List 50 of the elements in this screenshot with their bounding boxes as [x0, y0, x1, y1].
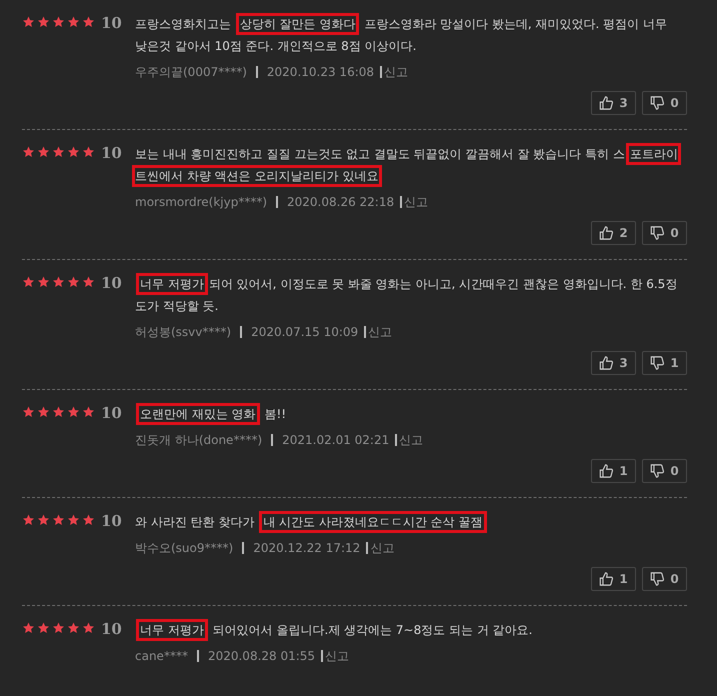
score: 10: [101, 403, 123, 423]
like-button[interactable]: 3: [591, 91, 636, 115]
review-text: 오랜만에 재밌는 영화 봄!!: [135, 403, 687, 425]
author-name: morsmordre(kjyp****): [135, 194, 268, 211]
review-date: 2020.08.28 01:55: [208, 648, 316, 665]
review-date: 2020.08.26 22:18: [287, 194, 394, 211]
review-date: 2021.02.01 02:21: [282, 432, 390, 449]
author-name: cane****: [135, 648, 188, 665]
thumbs-up-icon: [599, 356, 614, 370]
dislike-button[interactable]: 0: [642, 221, 687, 245]
dislike-button[interactable]: 1: [642, 351, 687, 375]
like-button[interactable]: 1: [591, 567, 636, 591]
review-date: 2020.10.23 16:08: [266, 64, 374, 81]
review-text: 와 사라진 탄환 찾다가 내 시간도 사라졌네요ㄷㄷ시간 순삭 꿀잼: [135, 511, 687, 533]
score: 10: [101, 619, 123, 639]
score: 10: [101, 13, 123, 33]
report-link[interactable]: 신고: [325, 647, 350, 665]
review-text: 너무 저평가 되어 있어서, 이정도로 못 봐줄 영화는 아니고, 시간때우긴 괜찮은 영화입니다. 한 6.5정도가 적당할 듯.: [135, 273, 687, 317]
like-button[interactable]: 1: [591, 459, 636, 483]
review-text: 보는 내내 흥미진진하고 질질 끄는것도 없고 결말도 뒤끝없이 깔끔해서 잘 봤습니다 특히 스 포트라이트씬에서 차량 액션은 오리지날리티가 있네요: [135, 143, 687, 187]
like-button[interactable]: 3: [591, 351, 636, 375]
dislike-button[interactable]: 0: [642, 567, 687, 591]
report-link[interactable]: 신고: [404, 193, 428, 211]
thumbs-down-icon: [650, 356, 664, 370]
thumbs-up-icon: [599, 226, 614, 240]
thumbs-up-icon: [599, 572, 614, 586]
score: 10: [101, 273, 123, 293]
like-button[interactable]: 2: [591, 221, 636, 245]
report-link[interactable]: 신고: [368, 323, 392, 341]
report-link[interactable]: 신고: [384, 63, 408, 81]
author-name: 허성봉(ssvv****): [135, 324, 232, 341]
thumbs-down-icon: [650, 464, 664, 478]
author-name: 박수오(suo9****): [135, 540, 234, 557]
thumbs-up-icon: [599, 96, 614, 110]
review-text: 너무 저평가 되어있어서 올립니다.제 생각에는 7~8정도 되는 거 같아요.: [135, 619, 687, 641]
report-link[interactable]: 신고: [399, 431, 424, 449]
dislike-button[interactable]: 0: [642, 459, 687, 483]
author-name: 우주의끝(0007****): [135, 64, 247, 81]
thumbs-down-icon: [650, 96, 664, 110]
thumbs-down-icon: [650, 572, 664, 586]
score: 10: [101, 511, 123, 531]
author-name: 진돗개 하나(done****): [135, 432, 262, 449]
dislike-button[interactable]: 0: [642, 91, 687, 115]
review-text: 프랑스영화치고는 상당히 잘만든 영화다 프랑스영화라 망설이다 봤는데, 재미있었다. 평점이 너무 낮은것 같아서 10점 준다. 개인적으로 8점 이상이다.: [135, 13, 687, 57]
review-date: 2020.12.22 17:12: [253, 540, 360, 557]
thumbs-up-icon: [599, 464, 614, 478]
report-link[interactable]: 신고: [370, 539, 394, 557]
review-date: 2020.07.15 10:09: [251, 324, 358, 341]
score: 10: [101, 143, 123, 163]
thumbs-down-icon: [650, 226, 664, 240]
